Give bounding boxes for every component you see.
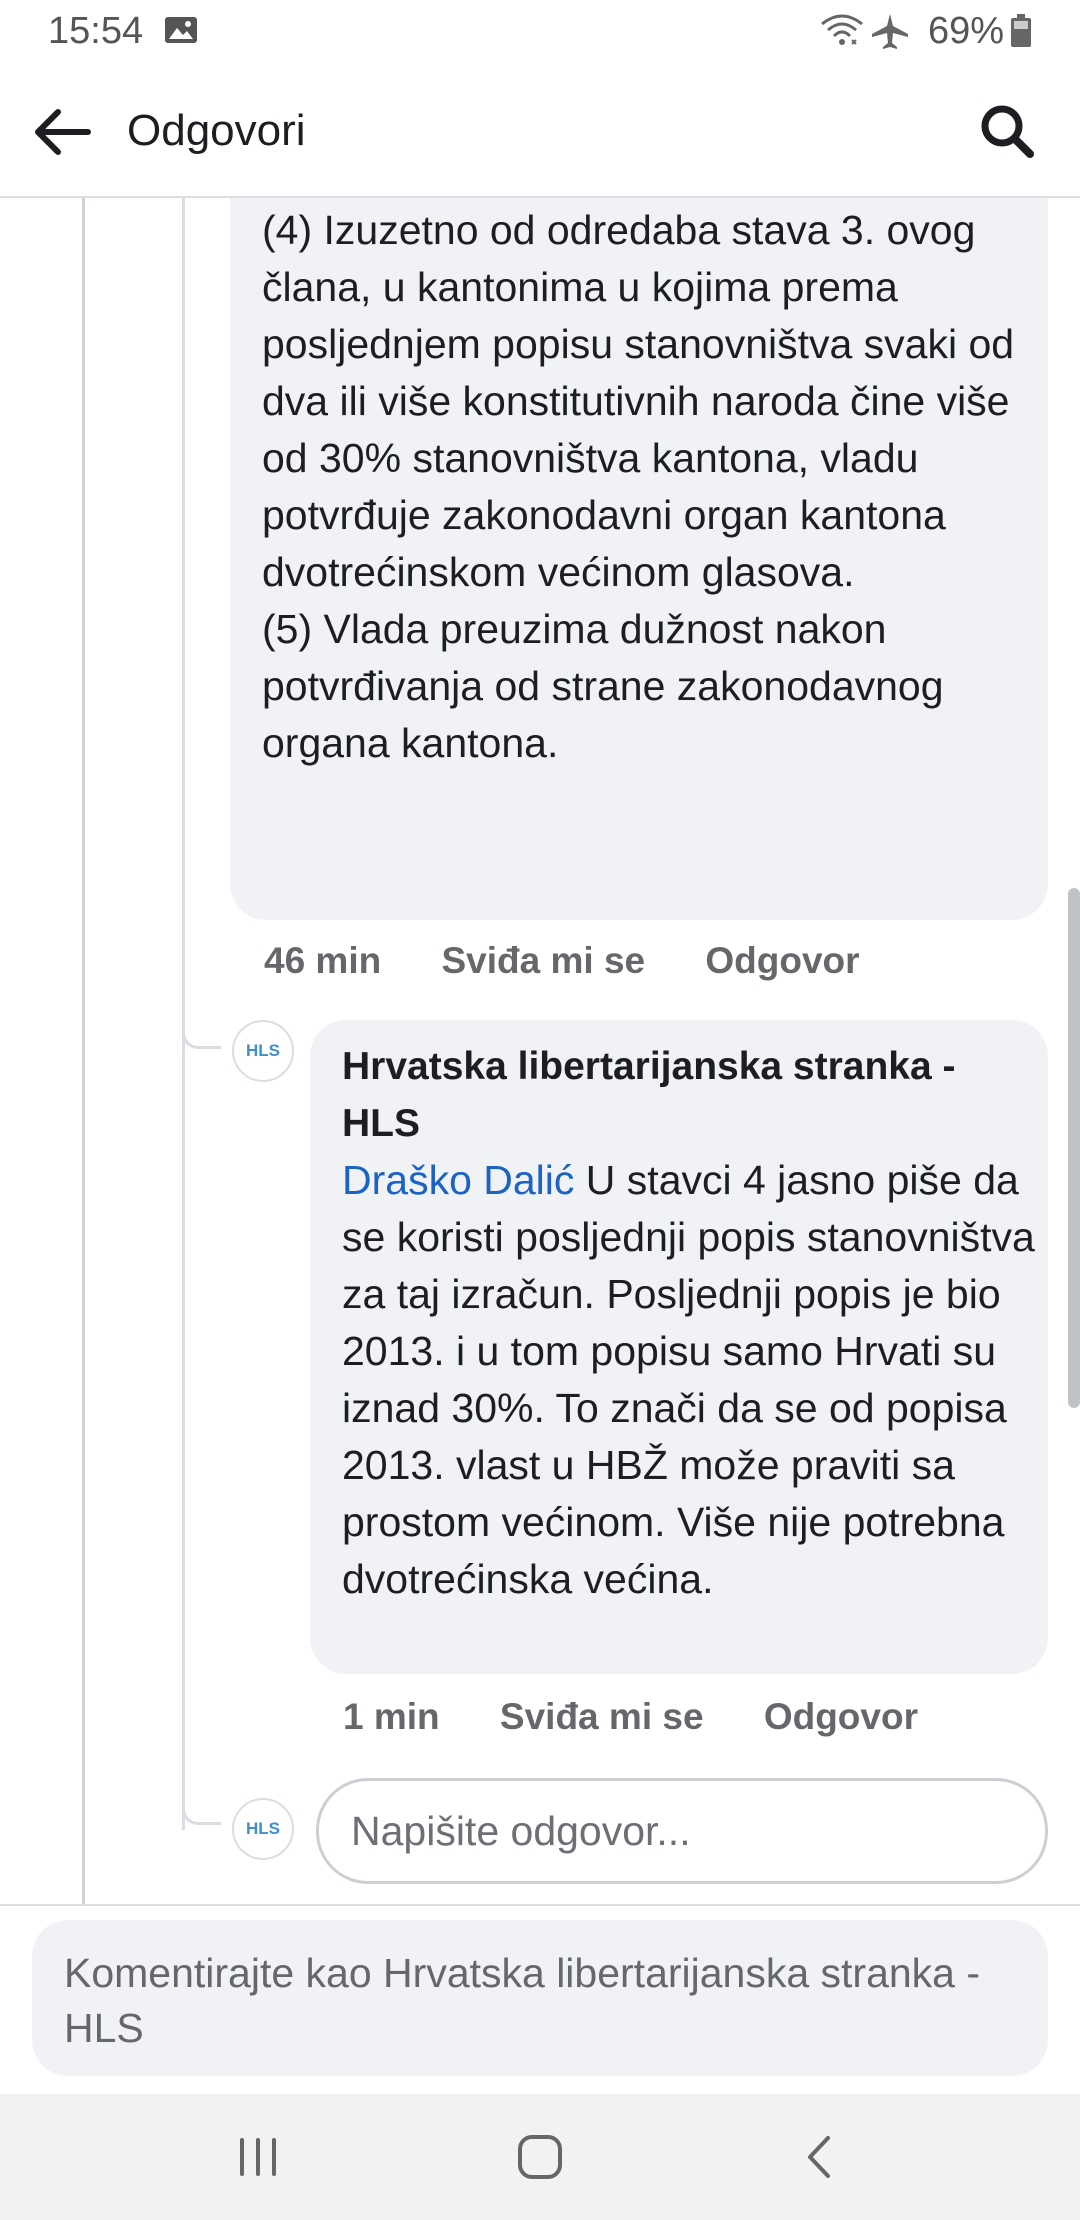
battery-percentage: 69%	[928, 10, 1005, 52]
status-time: 15:54	[48, 10, 144, 52]
comment-timestamp[interactable]: 46 min	[264, 940, 381, 981]
arrow-left-icon[interactable]	[30, 106, 94, 158]
comment-bubble[interactable]: (4) Izuzetno od odredaba stava 3. ovog č…	[230, 198, 1048, 920]
like-button[interactable]: Sviđa mi se	[442, 940, 646, 981]
status-bar: 15:54 69%	[0, 0, 1080, 66]
comment-actions: 1 min Sviđa mi se Odgovor	[343, 1696, 968, 1738]
reply-button[interactable]: Odgovor	[705, 940, 859, 981]
reply-input[interactable]	[349, 1801, 1013, 1861]
thread-line	[82, 198, 85, 1904]
thread-content[interactable]: (4) Izuzetno od odredaba stava 3. ovog č…	[0, 198, 1080, 1904]
comment-bubble[interactable]: Hrvatska libertarijanska stranka - HLS D…	[310, 1020, 1048, 1674]
comment-text: (4) Izuzetno od odredaba stava 3. ovog č…	[262, 207, 1015, 766]
comment-text: Draško Dalić U stavci 4 jasno piše da se…	[342, 1152, 1042, 1608]
composer-placeholder: Komentirajte kao Hrvatska libertarijansk…	[64, 1950, 981, 2051]
composer-bar: Komentirajte kao Hrvatska libertarijansk…	[0, 1904, 1080, 2094]
search-icon[interactable]	[978, 102, 1036, 160]
system-nav-bar	[0, 2094, 1080, 2220]
recent-apps-icon[interactable]	[228, 2132, 288, 2182]
comment-author[interactable]: Hrvatska libertarijanska stranka - HLS	[342, 1038, 1032, 1152]
image-icon	[165, 17, 197, 43]
chevron-left-icon[interactable]	[790, 2132, 850, 2182]
reply-connector	[182, 1030, 221, 1049]
mention-link[interactable]: Draško Dalić	[342, 1157, 574, 1203]
wifi-icon	[821, 14, 863, 45]
reply-branch-line	[182, 198, 185, 1830]
airplane-mode-icon	[872, 14, 908, 49]
avatar[interactable]: HLS	[232, 1020, 294, 1082]
reply-button[interactable]: Odgovor	[764, 1696, 918, 1737]
scrollbar-thumb[interactable]	[1068, 888, 1080, 1408]
comment-timestamp[interactable]: 1 min	[343, 1696, 440, 1737]
app-header: Odgovori	[0, 66, 1080, 198]
battery-icon	[1011, 14, 1031, 47]
comment-actions: 46 min Sviđa mi se Odgovor	[264, 940, 910, 982]
avatar: HLS	[232, 1798, 294, 1860]
reply-connector	[182, 1806, 221, 1825]
page-title: Odgovori	[127, 106, 306, 155]
comment-body: U stavci 4 jasno piše da se koristi posl…	[342, 1157, 1035, 1602]
comment-composer[interactable]: Komentirajte kao Hrvatska libertarijansk…	[32, 1920, 1048, 2076]
home-icon[interactable]	[510, 2132, 570, 2182]
like-button[interactable]: Sviđa mi se	[500, 1696, 704, 1737]
reply-input-container[interactable]	[316, 1778, 1048, 1884]
